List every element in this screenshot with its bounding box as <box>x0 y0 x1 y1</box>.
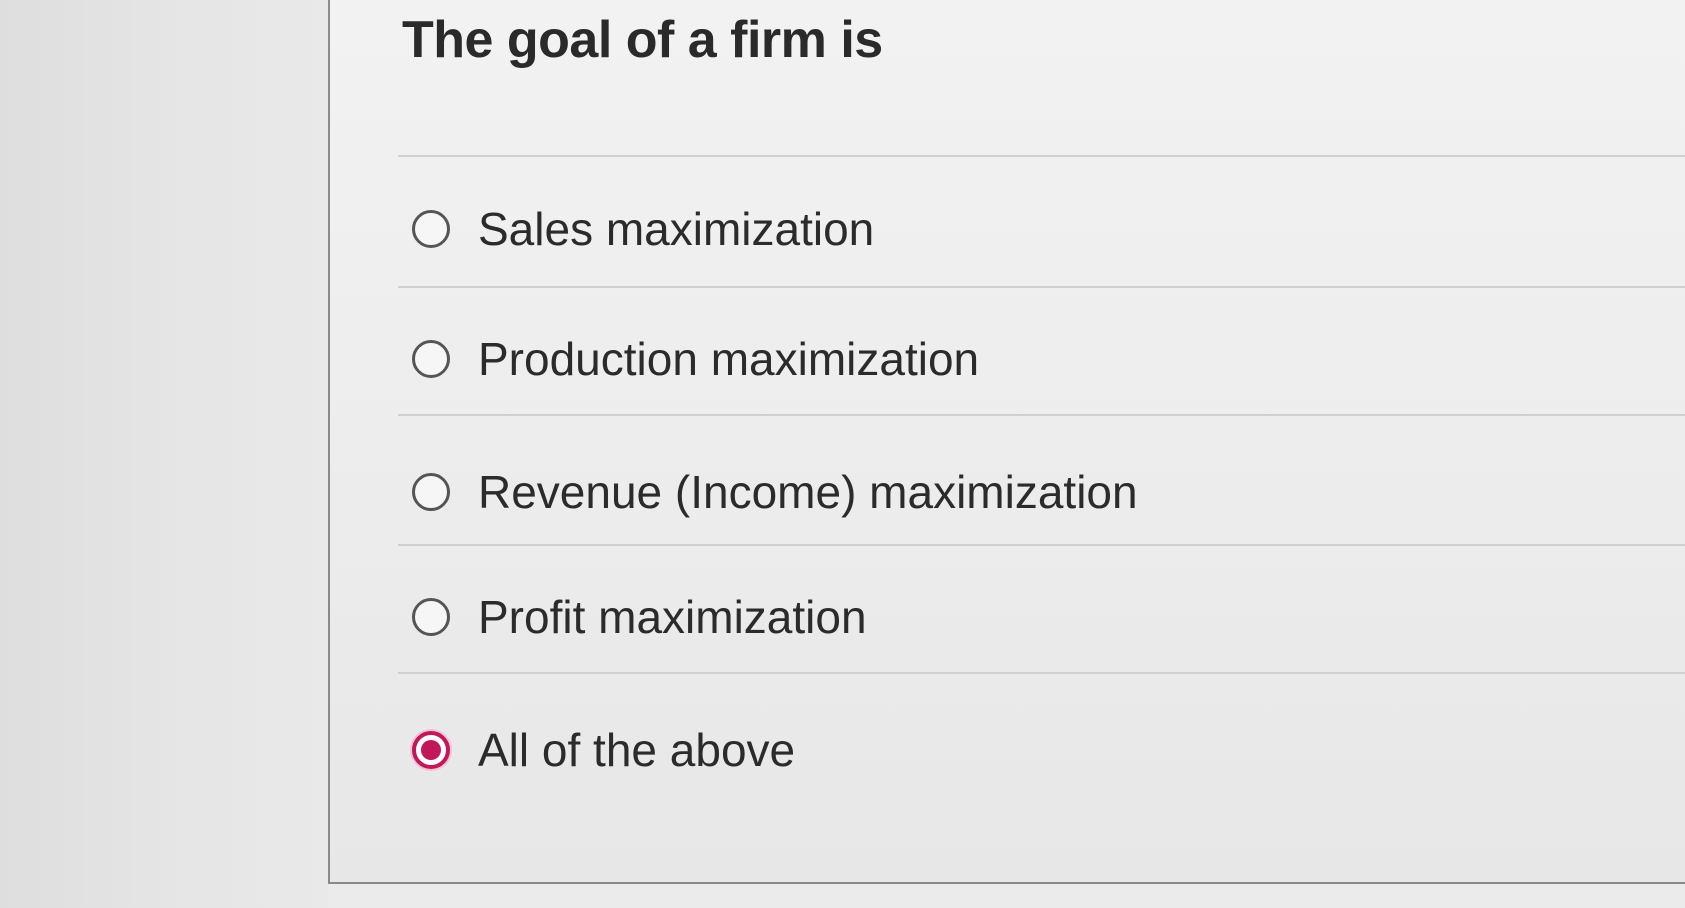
radio-button-icon[interactable] <box>412 340 450 378</box>
option-label: Sales maximization <box>478 203 875 255</box>
divider <box>398 155 1685 157</box>
divider <box>398 286 1685 288</box>
option-all-of-the-above[interactable]: All of the above <box>412 715 795 785</box>
option-production-maximization[interactable]: Production maximization <box>412 324 979 394</box>
radio-button-icon[interactable] <box>412 210 450 248</box>
left-margin <box>0 0 328 908</box>
radio-button-icon[interactable] <box>412 473 450 511</box>
radio-button-icon[interactable] <box>412 598 450 636</box>
question-title: The goal of a firm is <box>402 11 883 69</box>
option-label: Production maximization <box>478 333 980 385</box>
option-label: Revenue (Income) maximization <box>478 466 1138 518</box>
option-revenue-maximization[interactable]: Revenue (Income) maximization <box>412 457 1138 527</box>
divider <box>398 672 1685 674</box>
option-label: All of the above <box>478 724 796 776</box>
option-profit-maximization[interactable]: Profit maximization <box>412 582 867 652</box>
option-sales-maximization[interactable]: Sales maximization <box>412 194 874 264</box>
divider <box>398 414 1685 416</box>
radio-button-selected-icon[interactable] <box>412 731 450 769</box>
option-label: Profit maximization <box>478 591 867 643</box>
divider <box>398 544 1685 546</box>
